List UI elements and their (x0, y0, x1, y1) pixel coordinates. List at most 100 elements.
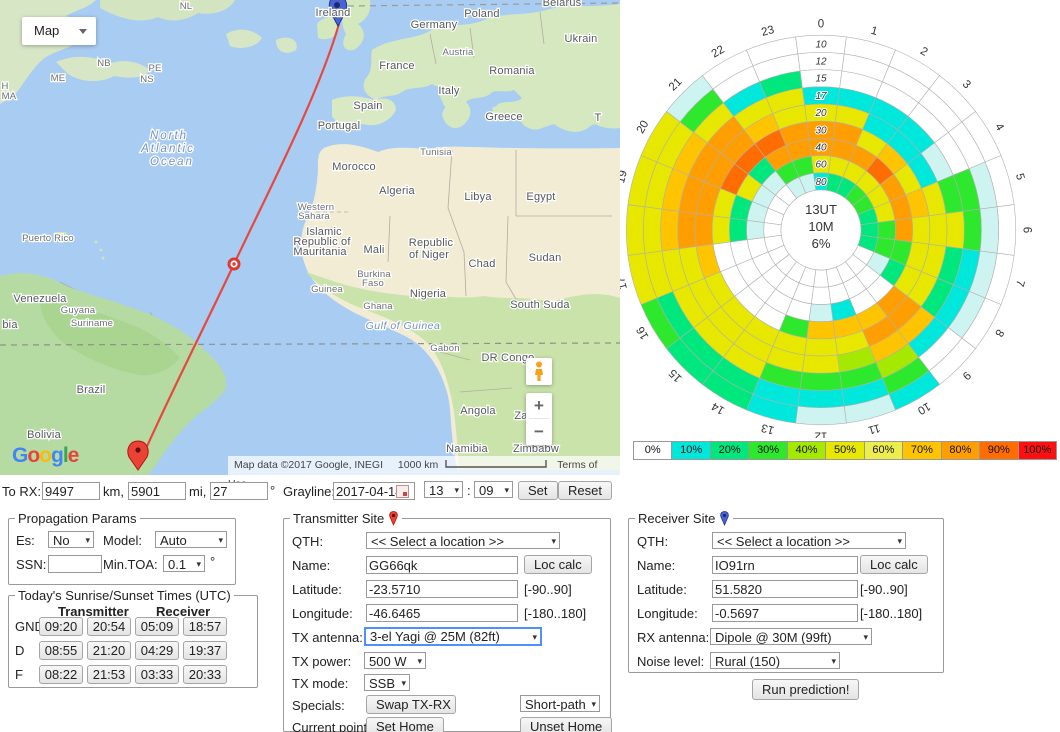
min-toa-select[interactable]: 0.1 (163, 555, 205, 572)
wheel-cell[interactable] (661, 209, 679, 251)
rx-loc-calc-button[interactable]: Loc calc (860, 555, 928, 574)
tx-antenna-select[interactable]: 3-el Yagi @ 25M (82ft) (364, 627, 542, 646)
tx-longitude-input[interactable] (366, 604, 518, 622)
distance-mi-input[interactable] (128, 482, 186, 500)
unset-home-button[interactable]: Unset Home (520, 717, 612, 732)
wheel-cell[interactable] (878, 220, 896, 239)
sun-time-button[interactable]: 20:54 (87, 617, 131, 636)
sun-time-button[interactable]: 08:55 (39, 641, 83, 660)
run-prediction-button[interactable]: Run prediction! (752, 679, 859, 700)
rx-longitude-input[interactable] (712, 604, 858, 622)
model-label: Model: (103, 533, 142, 548)
calendar-icon[interactable] (396, 485, 409, 498)
set-home-button[interactable]: Set Home (366, 717, 444, 732)
wheel-cell[interactable] (764, 223, 781, 238)
tx-loc-calc-button[interactable]: Loc calc (524, 555, 592, 574)
rx-qth-select[interactable]: << Select a location >> (712, 532, 906, 549)
rx-latitude-range: [-90..90] (860, 582, 908, 597)
tx-mode-select[interactable]: SSB (364, 674, 410, 691)
map-label: Puerto Rico (22, 233, 74, 244)
wheel-center-label: 6% (812, 236, 831, 251)
wheel-cell[interactable] (912, 216, 930, 244)
zoom-out-button[interactable]: − (526, 419, 552, 444)
pegman-button[interactable] (526, 358, 552, 385)
sun-time-button[interactable]: 03:33 (135, 665, 179, 684)
wheel-cell[interactable] (729, 218, 747, 242)
sun-time-button[interactable]: 05:09 (135, 617, 179, 636)
tx-longitude-range: [-180..180] (524, 606, 586, 621)
wheel-cell[interactable] (796, 406, 847, 425)
rx-latitude-input[interactable] (712, 580, 858, 598)
wheel-cell[interactable] (980, 207, 999, 253)
rx-antenna-label: RX antenna: (637, 630, 709, 645)
map-type-dropdown[interactable]: Map (22, 17, 96, 45)
sun-time-button[interactable]: 18:57 (183, 617, 227, 636)
hour-label: 7 (1013, 278, 1026, 287)
tx-qth-select[interactable]: << Select a location >> (366, 532, 560, 549)
prediction-wheel[interactable]: 13UT10M6%1012151720304060800123456789101… (620, 0, 1060, 438)
tx-power-select[interactable]: 500 W (364, 652, 426, 669)
legend-swatch: 80% (942, 441, 980, 460)
wheel-cell[interactable] (929, 214, 947, 247)
wheel-cell[interactable] (997, 205, 1016, 256)
map-label: NL (180, 1, 193, 12)
reset-button[interactable]: Reset (558, 481, 612, 500)
path-type-select[interactable]: Short-path (520, 695, 600, 712)
grayline-minute-select[interactable]: 09 (474, 481, 513, 498)
map-label: Ocean (150, 156, 194, 168)
wheel-cell[interactable] (963, 209, 981, 251)
map-attribution: Map data ©2017 Google, INEGI (234, 459, 383, 471)
distance-km-input[interactable] (42, 482, 100, 500)
wheel-cell[interactable] (802, 355, 839, 373)
wheel-cell[interactable] (695, 214, 713, 247)
wheel-cell[interactable] (946, 211, 964, 248)
sun-time-button[interactable]: 09:20 (39, 617, 83, 636)
wheel-cell[interactable] (712, 216, 730, 244)
sun-time-button[interactable]: 19:37 (183, 641, 227, 660)
wheel-cell[interactable] (678, 211, 696, 248)
midpoint-marker[interactable] (228, 258, 241, 271)
wheel-cell[interactable] (805, 338, 838, 356)
sun-time-button[interactable]: 21:20 (87, 641, 131, 660)
bearing-unit-label: ° (270, 483, 275, 498)
ssn-input[interactable] (48, 555, 102, 573)
wheel-cell[interactable] (861, 223, 878, 238)
sun-time-button[interactable]: 21:53 (87, 665, 131, 684)
hour-label: 14 (709, 399, 727, 416)
map-label: T (595, 112, 602, 124)
zoom-in-button[interactable]: + (526, 393, 552, 418)
wheel-cell[interactable] (814, 270, 829, 287)
wheel-cell[interactable] (811, 287, 830, 305)
rx-antenna-select[interactable]: Dipole @ 30M (99ft) (710, 628, 872, 645)
tx-name-input[interactable] (366, 556, 518, 574)
google-logo[interactable]: Google (12, 444, 78, 468)
wheel-cell[interactable] (747, 220, 765, 239)
map-label: Portugal (318, 120, 361, 132)
tx-specials-label: Specials: (292, 698, 345, 713)
tx-latitude-range: [-90..90] (524, 582, 572, 597)
wheel-cell[interactable] (807, 321, 835, 339)
world-map[interactable]: NLNBPEMENSHMAPuerto RicoNorthAtlanticOce… (0, 0, 620, 475)
sun-time-button[interactable]: 08:22 (39, 665, 83, 684)
wheel-cell[interactable] (798, 389, 844, 408)
wheel-cell[interactable] (895, 218, 913, 242)
map-label: NS (140, 74, 154, 85)
map-attribution-bar: Map data ©2017 Google, INEGI 1000 km Ter… (228, 456, 620, 475)
tx-latitude-input[interactable] (366, 580, 518, 598)
wheel-cell[interactable] (809, 304, 833, 322)
noise-level-select[interactable]: Rural (150) (710, 652, 840, 669)
legend-swatch: 0% (633, 441, 672, 460)
bearing-input[interactable] (210, 482, 268, 500)
sun-time-button[interactable]: 20:33 (183, 665, 227, 684)
wheel-cell[interactable] (626, 205, 645, 256)
wheel-cell[interactable] (643, 207, 662, 253)
grayline-hour-select[interactable]: 13 (424, 481, 463, 498)
wheel-cell[interactable] (800, 372, 842, 390)
model-select[interactable]: Auto (155, 531, 227, 548)
set-button[interactable]: Set (518, 481, 558, 500)
rx-name-input[interactable] (712, 556, 858, 574)
sun-time-button[interactable]: 04:29 (135, 641, 179, 660)
es-select[interactable]: No (48, 531, 94, 548)
map-scale-bar (444, 459, 548, 469)
swap-tx-rx-button[interactable]: Swap TX-RX (366, 695, 456, 714)
